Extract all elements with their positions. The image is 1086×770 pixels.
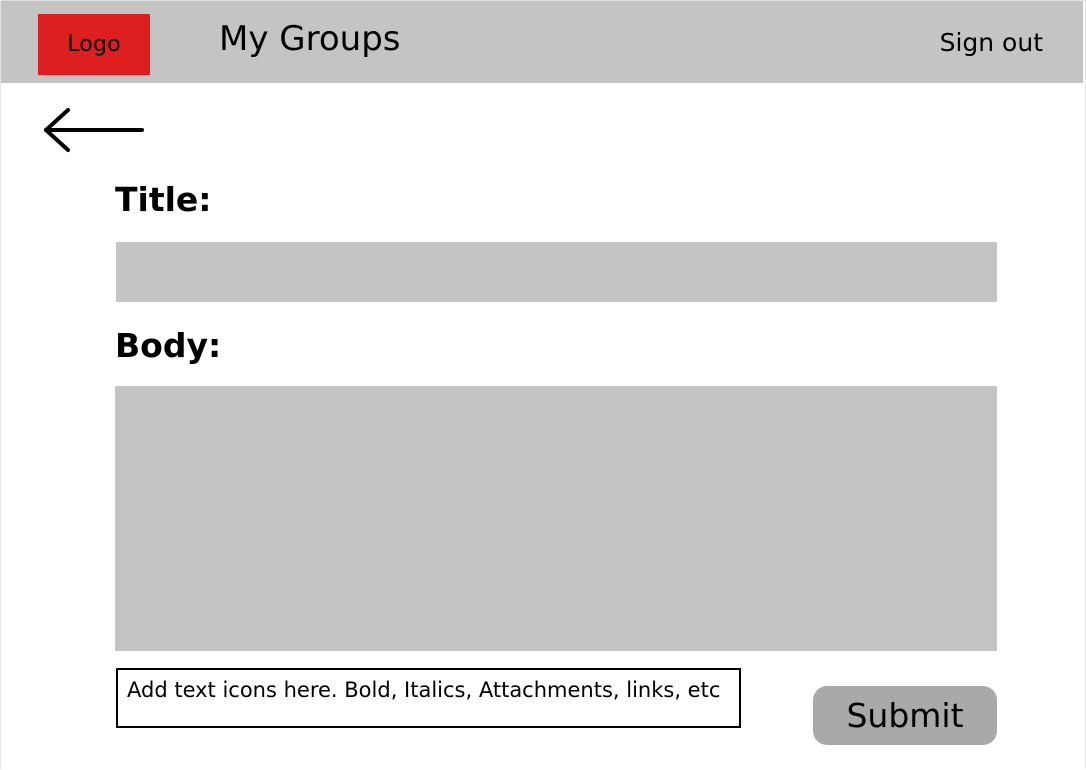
page-frame — [0, 0, 1086, 769]
title-label: Title: — [115, 180, 212, 219]
back-button[interactable] — [42, 108, 146, 154]
logo[interactable]: Logo — [38, 14, 150, 75]
page-title: My Groups — [219, 19, 401, 59]
top-bar: Logo My Groups Sign out — [1, 1, 1083, 83]
formatting-toolbar[interactable]: Add text icons here. Bold, Italics, Atta… — [116, 668, 741, 728]
body-textarea[interactable] — [115, 386, 997, 651]
body-label: Body: — [115, 326, 222, 365]
toolbar-placeholder-text: Add text icons here. Bold, Italics, Atta… — [127, 678, 721, 702]
sign-out-link[interactable]: Sign out — [940, 28, 1043, 58]
arrow-left-icon — [44, 108, 144, 152]
title-input[interactable] — [116, 242, 997, 302]
submit-button[interactable]: Submit — [813, 686, 997, 745]
